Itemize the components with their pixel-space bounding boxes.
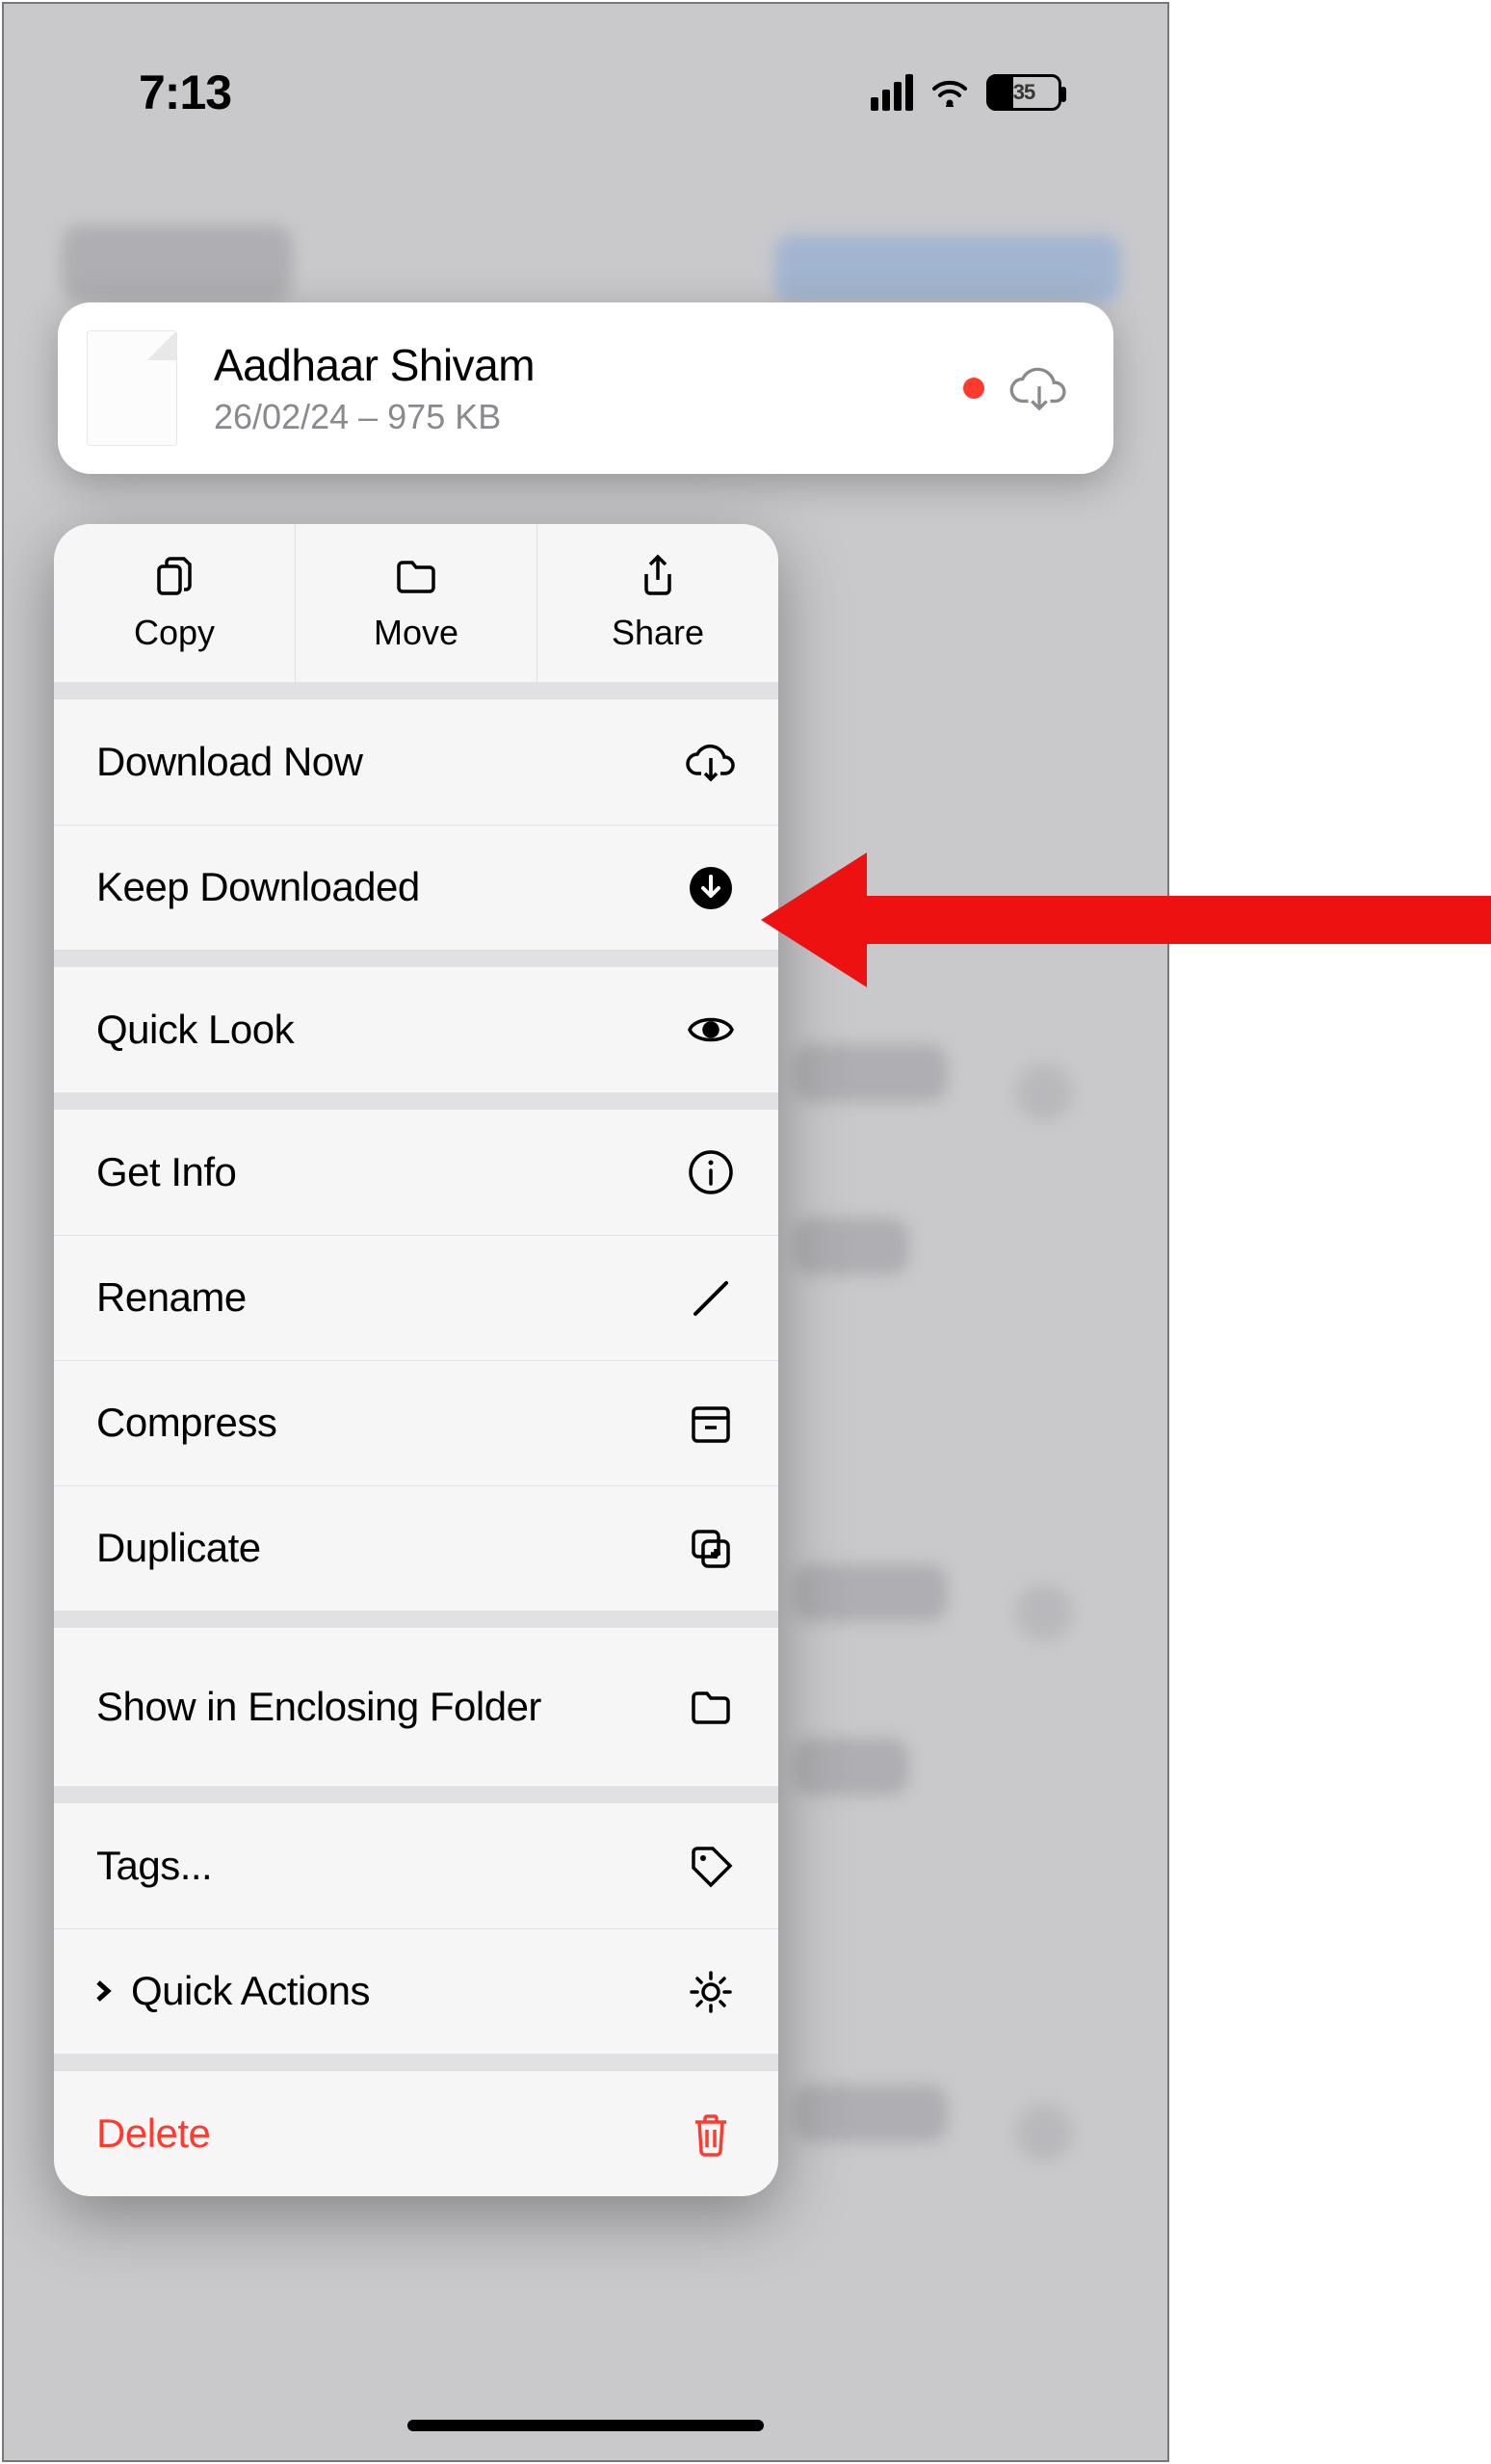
rename-item[interactable]: Rename: [54, 1235, 778, 1360]
file-thumbnail-icon: [87, 330, 177, 446]
trash-icon: [686, 2109, 736, 2159]
move-button[interactable]: Move: [295, 524, 536, 682]
status-time: 7:13: [139, 65, 231, 120]
copy-icon: [151, 553, 197, 599]
archive-icon: [686, 1399, 736, 1449]
share-label: Share: [612, 613, 704, 653]
cloud-download-icon: [1009, 366, 1069, 410]
chevron-right-icon: [91, 1979, 116, 2004]
copy-label: Copy: [134, 613, 215, 653]
copy-button[interactable]: Copy: [54, 524, 295, 682]
keep-downloaded-item[interactable]: Keep Downloaded: [54, 825, 778, 950]
tag-dot-red: [963, 378, 984, 399]
cloud-download-icon: [686, 737, 736, 787]
tags-item[interactable]: Tags...: [54, 1803, 778, 1928]
info-icon: [686, 1147, 736, 1197]
duplicate-item[interactable]: Duplicate: [54, 1485, 778, 1611]
file-name: Aadhaar Shivam: [214, 339, 963, 391]
context-menu: Copy Move Share Downloa: [54, 524, 778, 2196]
quick-look-item[interactable]: Quick Look: [54, 967, 778, 1092]
cellular-signal-icon: [871, 74, 913, 111]
home-indicator[interactable]: [407, 2420, 764, 2431]
move-label: Move: [374, 613, 458, 653]
share-button[interactable]: Share: [536, 524, 778, 682]
eye-icon: [686, 1005, 736, 1055]
keep-downloaded-icon: [686, 863, 736, 913]
show-in-enclosing-folder-item[interactable]: Show in Enclosing Folder: [54, 1628, 778, 1786]
wifi-icon: [930, 78, 969, 107]
file-preview-card[interactable]: Aadhaar Shivam 26/02/24 – 975 KB: [58, 302, 1113, 474]
battery-icon: 35: [986, 74, 1061, 111]
get-info-item[interactable]: Get Info: [54, 1110, 778, 1235]
share-icon: [635, 553, 681, 599]
download-now-item[interactable]: Download Now: [54, 699, 778, 825]
duplicate-icon: [686, 1524, 736, 1574]
tag-icon: [686, 1841, 736, 1891]
pencil-icon: [686, 1273, 736, 1324]
delete-item[interactable]: Delete: [54, 2071, 778, 2196]
folder-icon: [393, 553, 439, 599]
gear-icon: [686, 1967, 736, 2017]
quick-actions-item[interactable]: Quick Actions: [54, 1928, 778, 2054]
file-meta: 26/02/24 – 975 KB: [214, 397, 963, 437]
battery-percent: 35: [989, 80, 1059, 105]
status-bar: 7:13 35: [4, 44, 1167, 141]
phone-screenshot: 7:13 35 Aadhaar Shivam 26/02/24: [2, 2, 1169, 2462]
compress-item[interactable]: Compress: [54, 1360, 778, 1485]
folder-icon: [686, 1682, 736, 1732]
